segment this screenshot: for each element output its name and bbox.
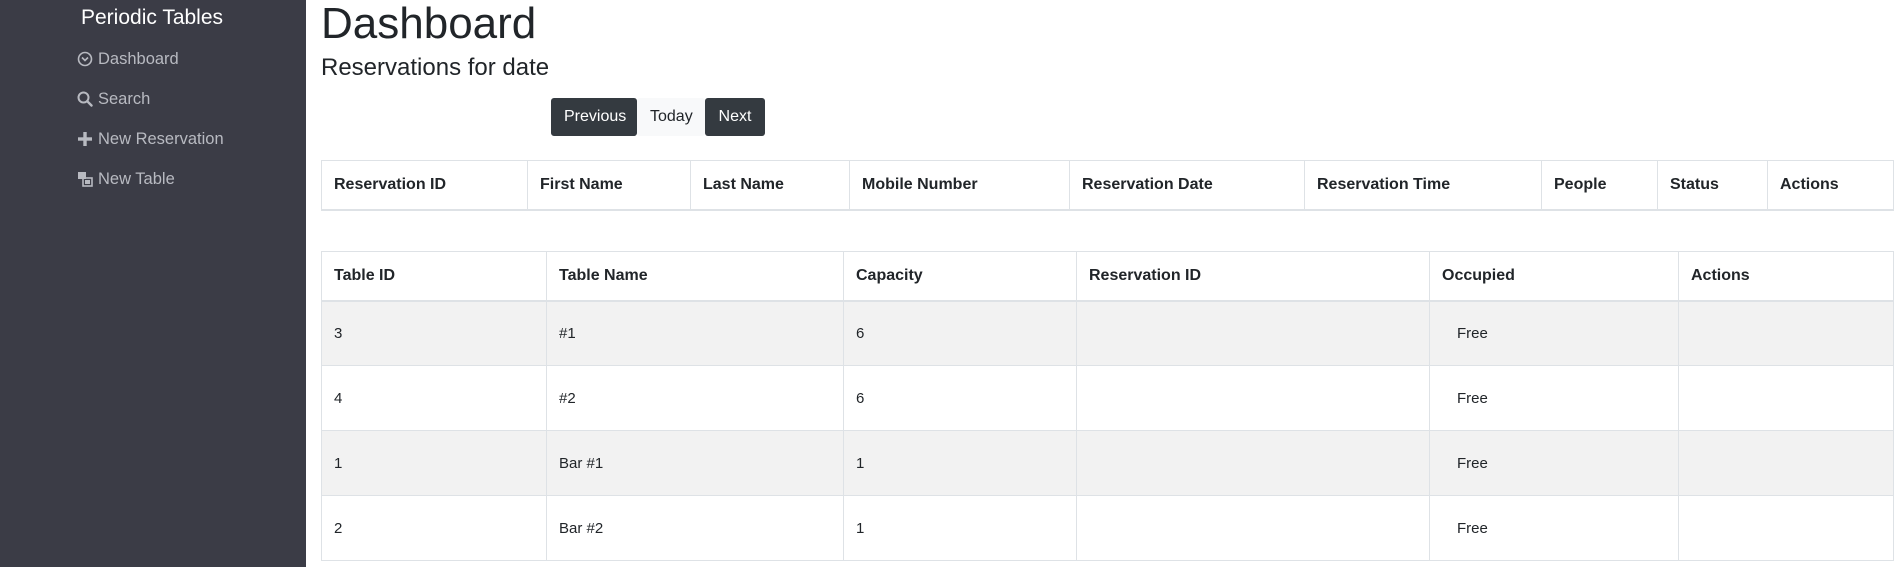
table-id-cell: 1 [321, 430, 547, 496]
table-icon [76, 170, 94, 188]
dashboard-icon [76, 50, 94, 68]
capacity-cell: 1 [843, 430, 1077, 496]
table-row: 3 #1 6 Free [321, 300, 1894, 366]
sidebar-item-new-reservation[interactable]: New Reservation [76, 127, 224, 151]
table-id-cell: 4 [321, 365, 547, 431]
column-header: Table Name [546, 251, 844, 302]
page-subtitle: Reservations for date [321, 54, 550, 81]
sidebar-item-dashboard[interactable]: Dashboard [76, 47, 179, 71]
tables-table: Table ID Table Name Capacity Reservation… [321, 251, 1894, 561]
sidebar-item-search[interactable]: Search [76, 87, 150, 111]
column-header: Reservation ID [321, 160, 528, 211]
column-header: Occupied [1429, 251, 1679, 302]
sidebar: Periodic Tables Dashboard Search New Res… [0, 0, 306, 567]
column-header: Mobile Number [849, 160, 1070, 211]
table-row: 4 #2 6 Free [321, 365, 1894, 431]
table-id-cell: 2 [321, 495, 547, 561]
reservations-table: Reservation ID First Name Last Name Mobi… [321, 160, 1894, 211]
occupied-status: Free [1429, 430, 1679, 496]
sidebar-item-label: Search [98, 89, 151, 108]
actions-cell [1678, 300, 1894, 366]
sidebar-item-label: New Reservation [98, 129, 224, 148]
capacity-cell: 6 [843, 300, 1077, 366]
table-name-cell: Bar #2 [546, 495, 844, 561]
column-header: Table ID [321, 251, 547, 302]
table-row: 2 Bar #2 1 Free [321, 495, 1894, 561]
reservation-id-cell [1076, 430, 1430, 496]
actions-cell [1678, 430, 1894, 496]
plus-icon [76, 130, 94, 148]
table-name-cell: Bar #1 [546, 430, 844, 496]
sidebar-item-label: New Table [98, 169, 175, 188]
reservation-id-cell [1076, 300, 1430, 366]
column-header: Reservation Time [1304, 160, 1542, 211]
reservation-id-cell [1076, 365, 1430, 431]
reservations-header-row: Reservation ID First Name Last Name Mobi… [321, 160, 1894, 211]
main-content: Dashboard Reservations for date Previous… [321, 0, 1895, 567]
reservation-id-cell [1076, 495, 1430, 561]
sidebar-item-label: Dashboard [98, 49, 179, 68]
brand-title[interactable]: Periodic Tables [81, 6, 223, 30]
actions-cell [1678, 365, 1894, 431]
column-header: Reservation Date [1069, 160, 1305, 211]
capacity-cell: 6 [843, 365, 1077, 431]
occupied-status: Free [1429, 365, 1679, 431]
table-name-cell: #2 [546, 365, 844, 431]
next-button[interactable]: Next [705, 98, 765, 136]
sidebar-item-new-table[interactable]: New Table [76, 167, 175, 191]
tables-header-row: Table ID Table Name Capacity Reservation… [321, 251, 1894, 302]
column-header: People [1541, 160, 1658, 211]
today-button[interactable]: Today [637, 98, 705, 136]
search-icon [76, 90, 94, 108]
occupied-status: Free [1429, 300, 1679, 366]
actions-cell [1678, 495, 1894, 561]
column-header: Actions [1767, 160, 1894, 211]
column-header: Status [1657, 160, 1768, 211]
capacity-cell: 1 [843, 495, 1077, 561]
occupied-status: Free [1429, 495, 1679, 561]
column-header: Reservation ID [1076, 251, 1430, 302]
column-header: Capacity [843, 251, 1077, 302]
previous-button[interactable]: Previous [551, 98, 637, 136]
table-name-cell: #1 [546, 300, 844, 366]
column-header: Last Name [690, 160, 850, 211]
column-header: First Name [527, 160, 691, 211]
table-row: 1 Bar #1 1 Free [321, 430, 1894, 496]
column-header: Actions [1678, 251, 1894, 302]
page-title: Dashboard [321, 0, 537, 48]
table-id-cell: 3 [321, 300, 547, 366]
